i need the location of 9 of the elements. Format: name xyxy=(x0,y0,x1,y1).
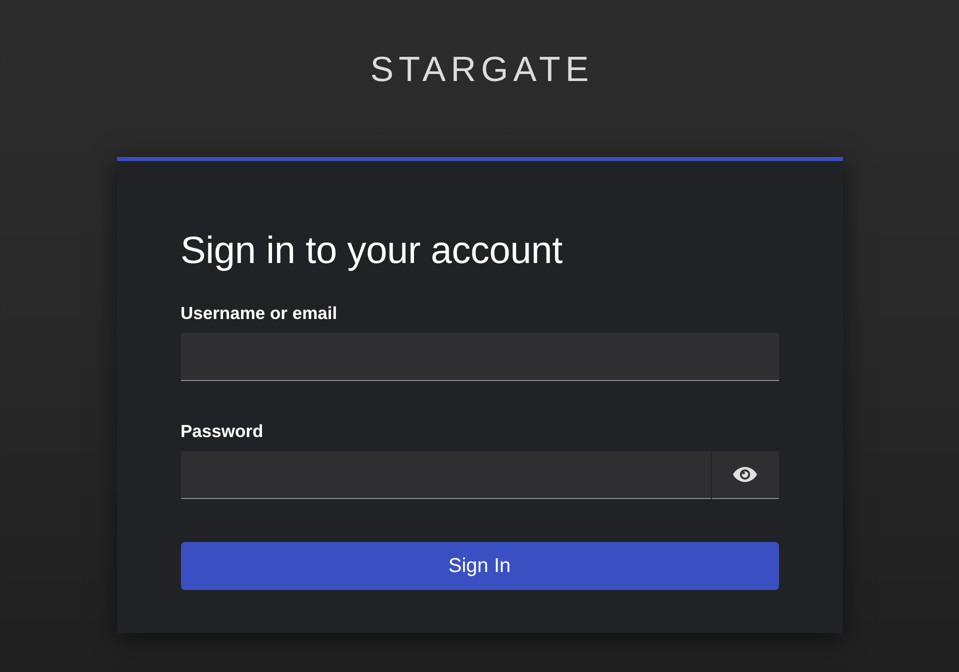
username-field[interactable] xyxy=(180,333,778,381)
password-field[interactable] xyxy=(180,451,710,499)
logo-text: STARGATE xyxy=(369,50,594,90)
password-label: Password xyxy=(180,420,264,443)
form-title: Sign in to your account xyxy=(180,229,564,273)
sign-in-button[interactable]: Sign In xyxy=(180,542,778,590)
username-label: Username or email xyxy=(180,302,338,325)
eye-icon xyxy=(733,467,757,482)
show-password-button[interactable] xyxy=(712,451,778,499)
